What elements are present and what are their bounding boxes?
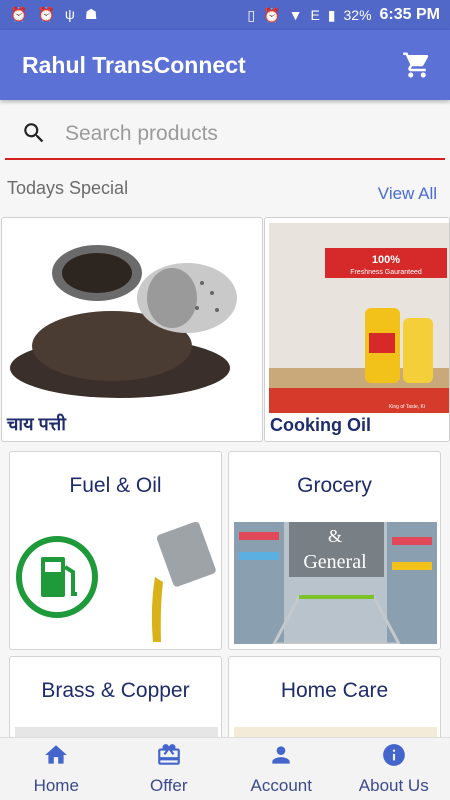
android-icon: ☗	[84, 6, 98, 22]
bottom-nav: Home Offer Account About Us	[0, 737, 450, 800]
app-bar: Rahul TransConnect	[0, 30, 450, 100]
status-icons-right: ▯ ⏰ ▼ E ▮ 32% 6:35 PM	[247, 6, 440, 24]
status-bar: ⏰ ⏰ ψ ☗ ▯ ⏰ ▼ E ▮ 32% 6:35 PM	[0, 0, 450, 30]
nav-label: About Us	[358, 776, 429, 795]
fuel-image	[15, 522, 218, 644]
search-bar	[5, 110, 445, 160]
nav-label: Home	[33, 776, 79, 795]
special-label-cooking-oil: Cooking Oil	[270, 415, 371, 435]
cooking-oil-image: 100% Freshness Gauranteed King of Taste,…	[269, 223, 449, 413]
oil-banner-subtext: Freshness Gauranteed	[350, 269, 422, 276]
home-icon	[45, 745, 68, 764]
info-icon	[382, 744, 405, 766]
category-home-care[interactable]: Home Care	[228, 656, 441, 741]
search-input[interactable]	[65, 118, 425, 150]
category-fuel-oil[interactable]: Fuel & Oil	[9, 451, 222, 650]
wifi-icon: ▼	[288, 7, 303, 23]
cart-icon	[403, 52, 429, 78]
alarm-icon: ⏰	[263, 6, 281, 23]
oil-banner-text: 100%	[372, 254, 400, 266]
grocery-overlay-amp: &	[328, 526, 342, 546]
nav-account[interactable]: Account	[225, 738, 338, 800]
alarm-icon: ⏰	[37, 6, 55, 22]
category-grocery[interactable]: Grocery & General	[228, 451, 441, 650]
grocery-overlay-general: General	[303, 551, 367, 573]
network-type: E	[310, 7, 320, 23]
search-icon	[24, 123, 44, 143]
special-label-tea: चाय पत्ती	[7, 414, 66, 434]
battery-level: 32%	[343, 7, 372, 23]
nav-offer[interactable]: Offer	[113, 738, 226, 800]
special-card-cooking-oil[interactable]: 100% Freshness Gauranteed King of Taste,…	[264, 217, 450, 442]
gift-icon	[157, 744, 180, 765]
battery-icon: ▮	[327, 6, 336, 23]
usb-icon: ψ	[64, 6, 75, 22]
app-title: Rahul TransConnect	[22, 52, 246, 78]
person-icon	[272, 746, 290, 764]
category-brass-copper[interactable]: Brass & Copper	[9, 656, 222, 741]
tea-image	[2, 218, 262, 413]
vibrate-icon: ▯	[247, 6, 256, 23]
cart-button[interactable]	[402, 50, 432, 80]
special-card-tea[interactable]: चाय पत्ती	[1, 217, 263, 442]
nav-label: Account	[250, 776, 312, 795]
status-icons-left: ⏰ ⏰ ψ ☗	[10, 6, 97, 23]
category-title: Grocery	[297, 474, 372, 497]
section-title: Todays Special	[7, 178, 129, 198]
nav-about-us[interactable]: About Us	[338, 738, 450, 800]
grocery-image: & General	[234, 522, 437, 644]
alarm-icon: ⏰	[10, 6, 28, 22]
view-all-link[interactable]: View All	[378, 184, 437, 204]
category-title: Fuel & Oil	[69, 474, 162, 497]
category-title: Home Care	[280, 679, 389, 702]
category-title: Brass & Copper	[41, 679, 190, 702]
clock: 6:35 PM	[379, 6, 440, 23]
nav-label: Offer	[150, 776, 188, 795]
nav-home[interactable]: Home	[0, 738, 113, 800]
oil-tagline: King of Taste, Ki	[389, 404, 425, 410]
